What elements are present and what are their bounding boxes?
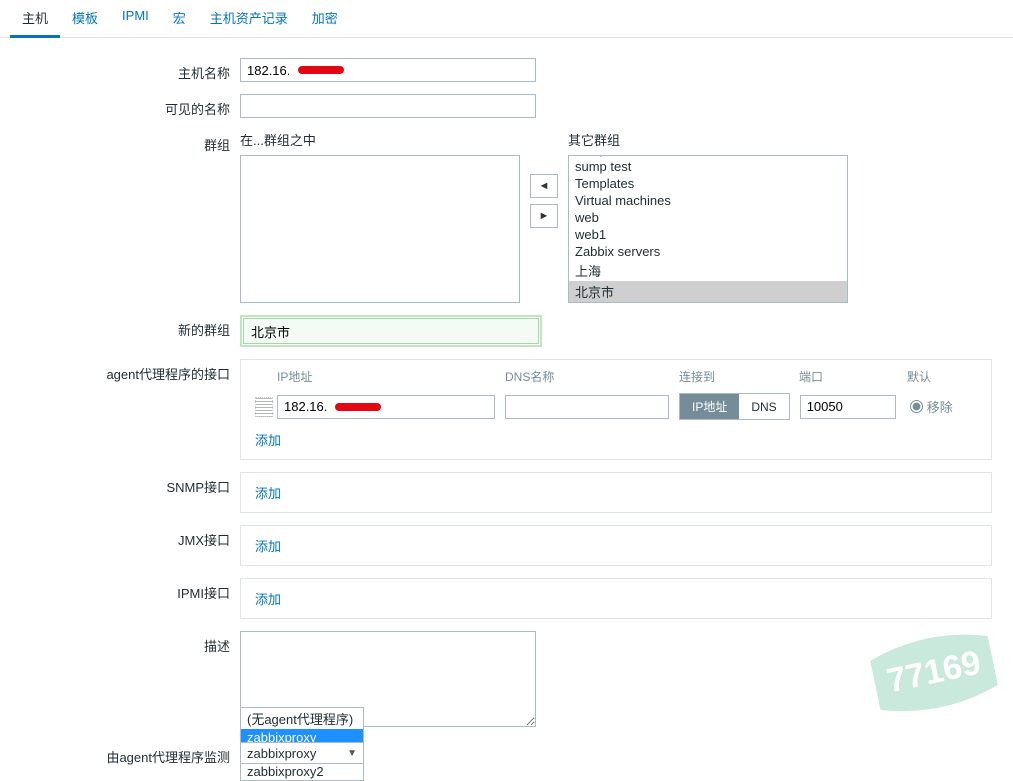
- ipmi-interface-box: 添加: [240, 578, 992, 619]
- label-in-groups: 在...群组之中: [240, 130, 520, 149]
- move-right-button[interactable]: ►: [530, 204, 558, 228]
- agent-port-input[interactable]: [800, 395, 896, 419]
- proxy-option[interactable]: zabbixproxy2: [241, 763, 363, 780]
- other-group-option[interactable]: Zabbix servers: [569, 243, 847, 260]
- header-dns: DNS名称: [505, 368, 679, 385]
- connect-to-toggle: IP地址 DNS: [679, 393, 790, 420]
- tab-host[interactable]: 主机: [10, 0, 60, 38]
- label-new-group: 新的群组: [0, 315, 240, 339]
- agent-interface-box: IP地址 DNS名称 连接到 端口 默认 IP地址 DNS: [240, 359, 992, 460]
- agent-interface-row: IP地址 DNS 移除: [255, 393, 977, 420]
- label-host-name: 主机名称: [0, 58, 240, 82]
- in-groups-list[interactable]: [240, 155, 520, 303]
- tab-macros[interactable]: 宏: [161, 0, 198, 37]
- label-monitored-by: 由agent代理程序监测: [0, 742, 240, 766]
- other-groups-list[interactable]: pingsnmp testsump testTemplatesVirtual m…: [568, 155, 848, 303]
- label-ipmi-if: IPMI接口: [0, 578, 240, 602]
- header-port: 端口: [799, 368, 907, 385]
- other-group-option[interactable]: Virtual machines: [569, 192, 847, 209]
- default-interface-radio[interactable]: [910, 400, 923, 413]
- jmx-interface-box: 添加: [240, 525, 992, 566]
- tab-bar: 主机 模板 IPMI 宏 主机资产记录 加密: [0, 0, 1013, 38]
- snmp-interface-box: 添加: [240, 472, 992, 513]
- connect-ip-button[interactable]: IP地址: [680, 394, 739, 419]
- label-groups: 群组: [0, 130, 240, 154]
- add-agent-interface-link[interactable]: 添加: [255, 430, 281, 449]
- header-connect: 连接到: [679, 368, 799, 385]
- header-ip: IP地址: [277, 368, 505, 385]
- add-jmx-interface-link[interactable]: 添加: [255, 536, 281, 555]
- connect-dns-button[interactable]: DNS: [739, 394, 788, 419]
- tab-ipmi[interactable]: IPMI: [110, 0, 161, 37]
- tab-templates[interactable]: 模板: [60, 0, 110, 37]
- other-group-option[interactable]: Templates: [569, 175, 847, 192]
- proxy-select[interactable]: zabbixproxy ▼: [240, 742, 364, 764]
- triangle-left-icon: ◄: [539, 180, 550, 192]
- drag-handle-icon[interactable]: [255, 397, 273, 417]
- chevron-down-icon: ▼: [347, 748, 357, 759]
- add-snmp-interface-link[interactable]: 添加: [255, 483, 281, 502]
- label-agent-if: agent代理程序的接口: [0, 359, 240, 383]
- label-other-groups: 其它群组: [568, 130, 848, 149]
- other-group-option[interactable]: web1: [569, 226, 847, 243]
- add-ipmi-interface-link[interactable]: 添加: [255, 589, 281, 608]
- move-left-button[interactable]: ◄: [530, 174, 558, 198]
- visible-name-input[interactable]: [240, 94, 536, 118]
- tab-encryption[interactable]: 加密: [300, 0, 350, 37]
- label-visible-name: 可见的名称: [0, 94, 240, 118]
- proxy-option[interactable]: (无agent代理程序): [241, 708, 363, 729]
- other-group-option[interactable]: web: [569, 209, 847, 226]
- label-description: 描述: [0, 631, 240, 655]
- new-group-input[interactable]: [243, 318, 539, 344]
- host-name-input[interactable]: [240, 58, 536, 82]
- other-group-option[interactable]: sump test: [569, 158, 847, 175]
- other-group-option[interactable]: 上海: [569, 260, 847, 281]
- label-snmp-if: SNMP接口: [0, 472, 240, 496]
- agent-dns-input[interactable]: [505, 395, 669, 419]
- tab-inventory[interactable]: 主机资产记录: [198, 0, 300, 37]
- agent-ip-input[interactable]: [277, 395, 495, 419]
- triangle-right-icon: ►: [539, 210, 550, 222]
- header-default: 默认: [907, 368, 977, 385]
- label-jmx-if: JMX接口: [0, 525, 240, 549]
- other-group-option[interactable]: 北京市: [569, 281, 847, 302]
- proxy-select-value: zabbixproxy: [247, 746, 316, 761]
- remove-interface-link[interactable]: 移除: [927, 397, 953, 416]
